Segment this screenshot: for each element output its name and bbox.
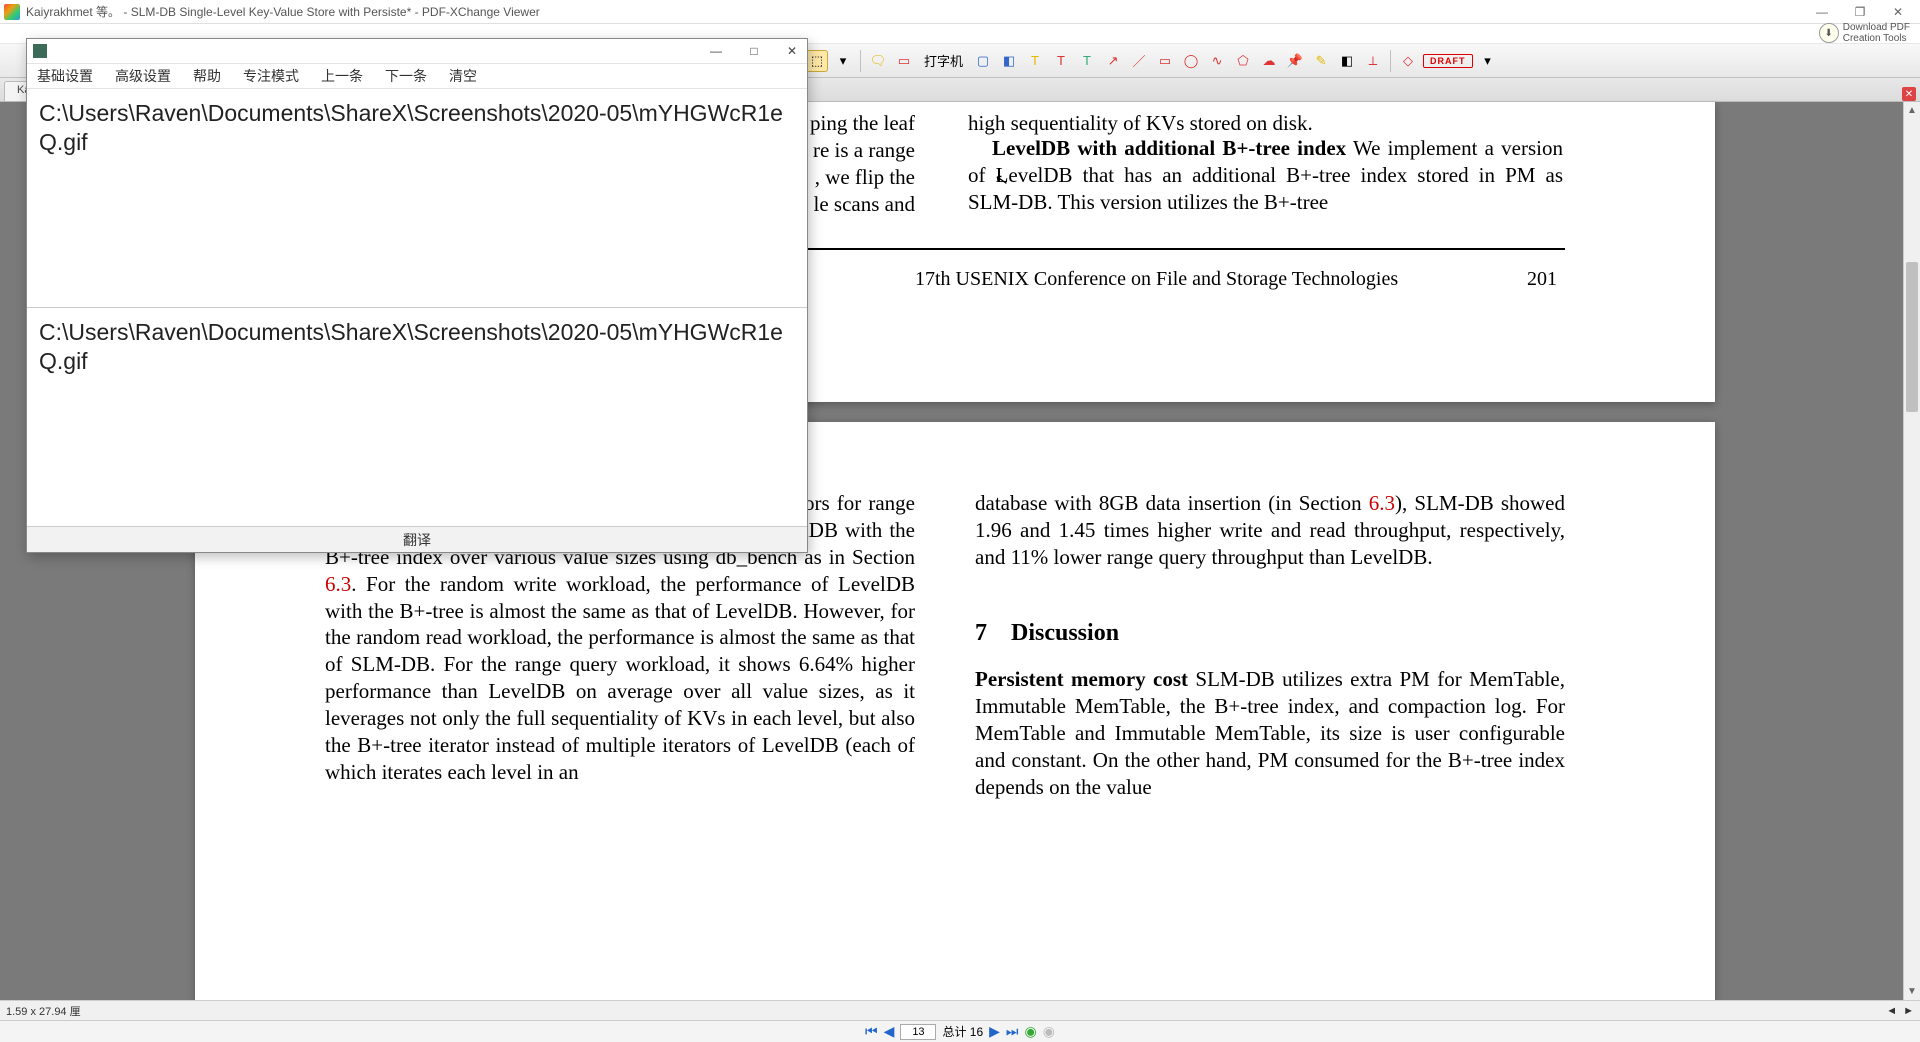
scroll-down-icon[interactable]: ▼ [1904,983,1920,1000]
popup-maximize-button[interactable]: □ [745,44,763,58]
cloud-icon[interactable]: ☁ [1258,50,1280,72]
pin-icon[interactable]: 📌 [1284,50,1306,72]
pencil-icon[interactable]: ✎ [1310,50,1332,72]
arrow-icon[interactable]: ↗ [1102,50,1124,72]
last-page-button[interactable]: ⏭ [1006,1023,1019,1040]
line-icon[interactable]: ／ [1128,50,1150,72]
popup-menubar: 基础设置 高级设置 帮助 专注模式 上一条 下一条 清空 [27,63,807,89]
polyline-icon[interactable]: ∿ [1206,50,1228,72]
menu-basic-settings[interactable]: 基础设置 [37,66,93,86]
minimize-button[interactable]: — [1812,5,1832,19]
stamp-dropdown-icon[interactable]: ▾ [1477,50,1499,72]
select-tool-icon[interactable]: ⬚ [806,50,828,72]
pm-heading: Persistent memory cost [975,667,1188,691]
section-title: Discussion [1011,620,1119,646]
popup-titlebar[interactable]: — □ ✕ [27,39,807,63]
text-body: . For the random write workload, the per… [325,572,915,784]
status-arrow-left-icon[interactable]: ◄ [1886,1005,1897,1017]
leveldb-heading: LevelDB with additional B+-tree index [992,136,1346,160]
status-arrow-right-icon[interactable]: ► [1903,1005,1914,1017]
link-icon[interactable]: ◇ [1397,50,1419,72]
maximize-button[interactable]: ❐ [1850,5,1870,19]
oval-icon[interactable]: ◯ [1180,50,1202,72]
highlight-icon[interactable]: T [1024,50,1046,72]
callout-icon[interactable]: ◧ [998,50,1020,72]
section-link[interactable]: 6.3 [325,572,351,596]
sticky-note-icon[interactable]: 🗨 [867,50,889,72]
window-title: Kaiyrakhmet 等。 - SLM-DB Single-Level Key… [26,3,1812,20]
close-panel-icon[interactable]: ✕ [1902,87,1916,101]
scroll-up-icon[interactable]: ▲ [1904,102,1920,119]
menu-next[interactable]: 下一条 [385,66,427,86]
vertical-scrollbar[interactable]: ▲ ▼ [1903,102,1920,1000]
prev-page-button[interactable]: ◀ [884,1023,895,1040]
eraser-icon[interactable]: ◧ [1336,50,1358,72]
total-pages-label: 总计 16 [942,1023,983,1040]
download-pdf-tools[interactable]: ⬇ Download PDF Creation Tools [1819,22,1910,44]
cursor-position: 1.59 x 27.94 厘 [6,1003,81,1019]
measure-icon[interactable]: ⟂ [1362,50,1384,72]
draft-stamp[interactable]: DRAFT [1423,54,1473,68]
status-bar: 1.59 x 27.94 厘 ◄ ► [0,1000,1920,1020]
first-page-button[interactable]: ⏮ [865,1023,878,1040]
conference-footer: 17th USENIX Conference on File and Stora… [915,267,1398,293]
download-icon: ⬇ [1819,23,1839,43]
translator-popup: — □ ✕ 基础设置 高级设置 帮助 专注模式 上一条 下一条 清空 C:\Us… [26,38,808,553]
close-button[interactable]: ✕ [1888,5,1908,19]
menu-prev[interactable]: 上一条 [321,66,363,86]
window-controls: — ❐ ✕ [1812,5,1916,19]
window-titlebar: Kaiyrakhmet 等。 - SLM-DB Single-Level Key… [0,0,1920,24]
popup-close-button[interactable]: ✕ [783,44,801,58]
translate-button[interactable]: 翻译 [27,526,807,552]
target-text-pane[interactable]: C:\Users\Raven\Documents\ShareX\Screensh… [27,308,807,526]
current-page-input[interactable] [900,1024,936,1040]
polygon-icon[interactable]: ⬠ [1232,50,1254,72]
menu-advanced-settings[interactable]: 高级设置 [115,66,171,86]
menu-help[interactable]: 帮助 [193,66,221,86]
text-fragment: high sequentiality of KVs stored on disk… [968,111,1313,135]
text-body: database with 8GB data insertion (in Sec… [975,491,1369,515]
page-navigation-bar: ⏮ ◀ 总计 16 ▶ ⏭ ◉ ◉ [0,1020,1920,1042]
rectangle-icon[interactable]: ▭ [1154,50,1176,72]
menu-clear[interactable]: 清空 [449,66,477,86]
page-number: 201 [1527,267,1557,293]
download-line2: Creation Tools [1843,33,1910,44]
next-page-button[interactable]: ▶ [989,1023,1000,1040]
underline-icon[interactable]: T [1076,50,1098,72]
menu-focus-mode[interactable]: 专注模式 [243,66,299,86]
strikeout-icon[interactable]: T [1050,50,1072,72]
section-number: 7 [975,620,987,646]
popup-body: C:\Users\Raven\Documents\ShareX\Screensh… [27,89,807,526]
source-text-pane[interactable]: C:\Users\Raven\Documents\ShareX\Screensh… [27,89,807,307]
popup-app-icon [33,44,47,58]
app-icon [4,4,20,20]
popup-minimize-button[interactable]: — [707,44,725,58]
dropdown-icon[interactable]: ▾ [832,50,854,72]
textbox-icon[interactable]: ▢ [972,50,994,72]
scrollbar-thumb[interactable] [1906,262,1918,412]
typewriter-tool[interactable]: 打字机 [919,50,968,72]
nav-back-button[interactable]: ◉ [1025,1023,1037,1040]
stamp-red-icon[interactable]: ▭ [893,50,915,72]
section-link[interactable]: 6.3 [1369,491,1395,515]
nav-forward-button[interactable]: ◉ [1043,1023,1055,1040]
download-line1: Download PDF [1843,22,1910,33]
